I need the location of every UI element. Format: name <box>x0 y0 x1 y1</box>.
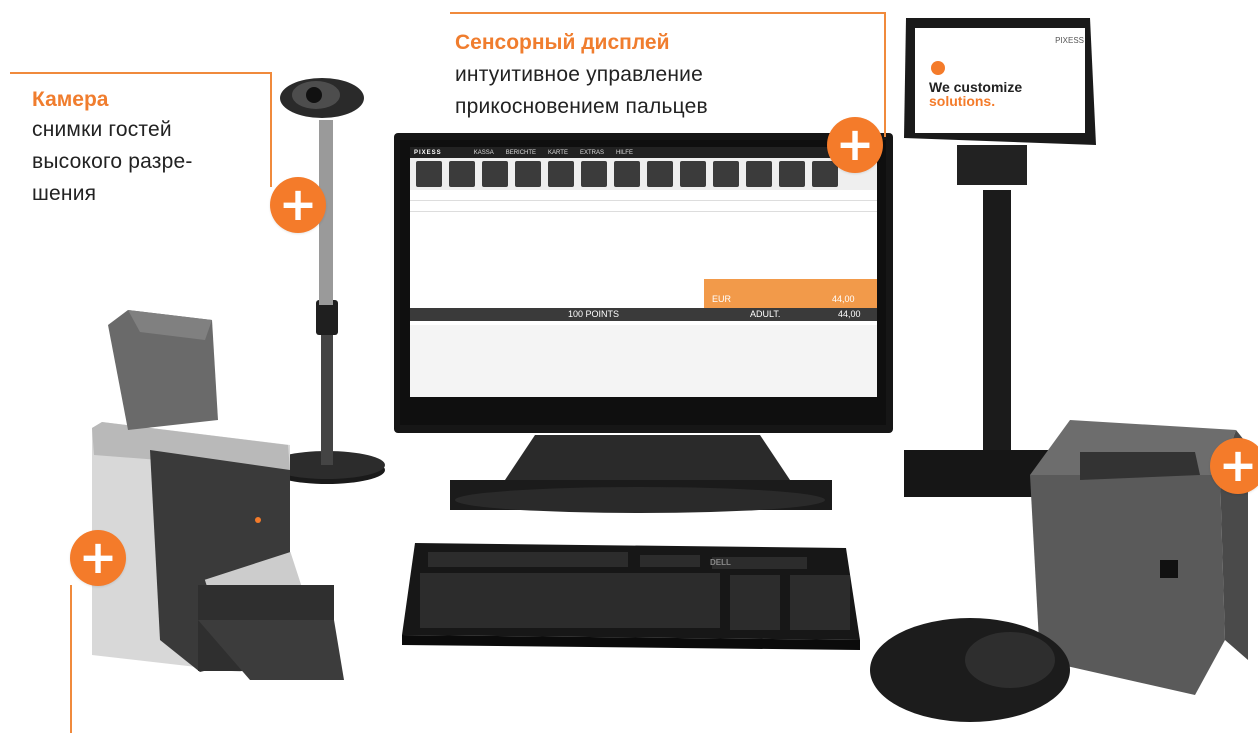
pos-tool-button[interactable] <box>614 161 640 187</box>
pos-table-row <box>410 201 877 212</box>
camera-callout-line: высокого разре- <box>32 150 193 173</box>
pos-summary-bar: 100 POINTS ADULT. 44,00 <box>410 308 877 321</box>
camera-callout-line: снимки гостей <box>32 118 172 141</box>
display-plus-button[interactable]: + <box>827 117 883 173</box>
pos-menu-karte[interactable]: KARTE <box>548 150 568 156</box>
pos-points: 100 POINTS <box>568 309 620 319</box>
pos-tool-button[interactable] <box>680 161 706 187</box>
pos-tool-button[interactable] <box>812 161 838 187</box>
card-printer-plus-button[interactable]: + <box>70 530 126 586</box>
receipt-printer-plus-button[interactable]: + <box>1210 438 1258 494</box>
display-callout: Сенсорный дисплей интуитивное управление… <box>455 29 708 123</box>
pos-tool-button[interactable] <box>746 161 772 187</box>
pos-keypad[interactable] <box>410 325 877 397</box>
pos-tool-button[interactable] <box>482 161 508 187</box>
printer-callout-line-v <box>70 585 72 733</box>
camera-callout-line-h <box>10 72 272 74</box>
pos-tool-button[interactable] <box>647 161 673 187</box>
mousepad-illustration <box>870 618 1070 722</box>
display-callout-line: прикосновением пальцев <box>455 95 708 118</box>
display-callout-line-h <box>450 12 886 14</box>
pos-screen[interactable]: PIXESS KASSA BERICHTE KARTE EXTRAS HILFE… <box>410 147 877 397</box>
slogan-line-2: solutions. <box>929 93 996 109</box>
display-brand: PIXESS <box>1055 36 1084 45</box>
keyboard-illustration <box>402 543 860 650</box>
slogan-line-1: We customize <box>929 79 1023 95</box>
pos-ticket: ADULT. <box>750 309 781 319</box>
camera-callout-line: шения <box>32 182 97 205</box>
pos-menu-kassa[interactable]: KASSA <box>474 150 494 156</box>
pos-tool-button[interactable] <box>581 161 607 187</box>
pos-table-row <box>410 190 877 201</box>
pos-logo: PIXESS <box>414 149 442 156</box>
pos-tool-button[interactable] <box>449 161 475 187</box>
camera-callout-line-v <box>270 72 272 187</box>
pos-menubar: PIXESS KASSA BERICHTE KARTE EXTRAS HILFE <box>410 147 877 158</box>
display-callout-title: Сенсорный дисплей <box>455 31 670 54</box>
webcam-illustration <box>269 78 385 484</box>
camera-callout: Камера снимки гостей высокого разре- шен… <box>32 86 193 210</box>
customer-display-text: PIXESS <box>1014 36 1084 45</box>
pos-amount: 44,00 <box>832 294 855 304</box>
pos-tool-button[interactable] <box>548 161 574 187</box>
pos-tool-button[interactable] <box>416 161 442 187</box>
display-callout-line: интуитивное управление <box>455 63 703 86</box>
camera-callout-title: Камера <box>32 88 109 111</box>
pos-menu-extras[interactable]: EXTRAS <box>580 150 604 156</box>
pos-tool-button[interactable] <box>779 161 805 187</box>
display-callout-line-v <box>884 12 886 137</box>
pos-total: 44,00 <box>838 309 861 319</box>
pos-menu-berichte[interactable]: BERICHTE <box>506 150 536 156</box>
pos-tool-button[interactable] <box>515 161 541 187</box>
pos-toolbar <box>410 158 877 190</box>
pos-currency: EUR <box>712 294 732 304</box>
customer-display-slogan: We customize solutions. <box>929 80 1022 108</box>
camera-plus-button[interactable]: + <box>270 177 326 233</box>
keyboard-brand: DELL <box>710 558 731 567</box>
pos-tool-button[interactable] <box>713 161 739 187</box>
card-printer-illustration <box>92 310 344 680</box>
pos-menu-hilfe[interactable]: HILFE <box>616 150 633 156</box>
